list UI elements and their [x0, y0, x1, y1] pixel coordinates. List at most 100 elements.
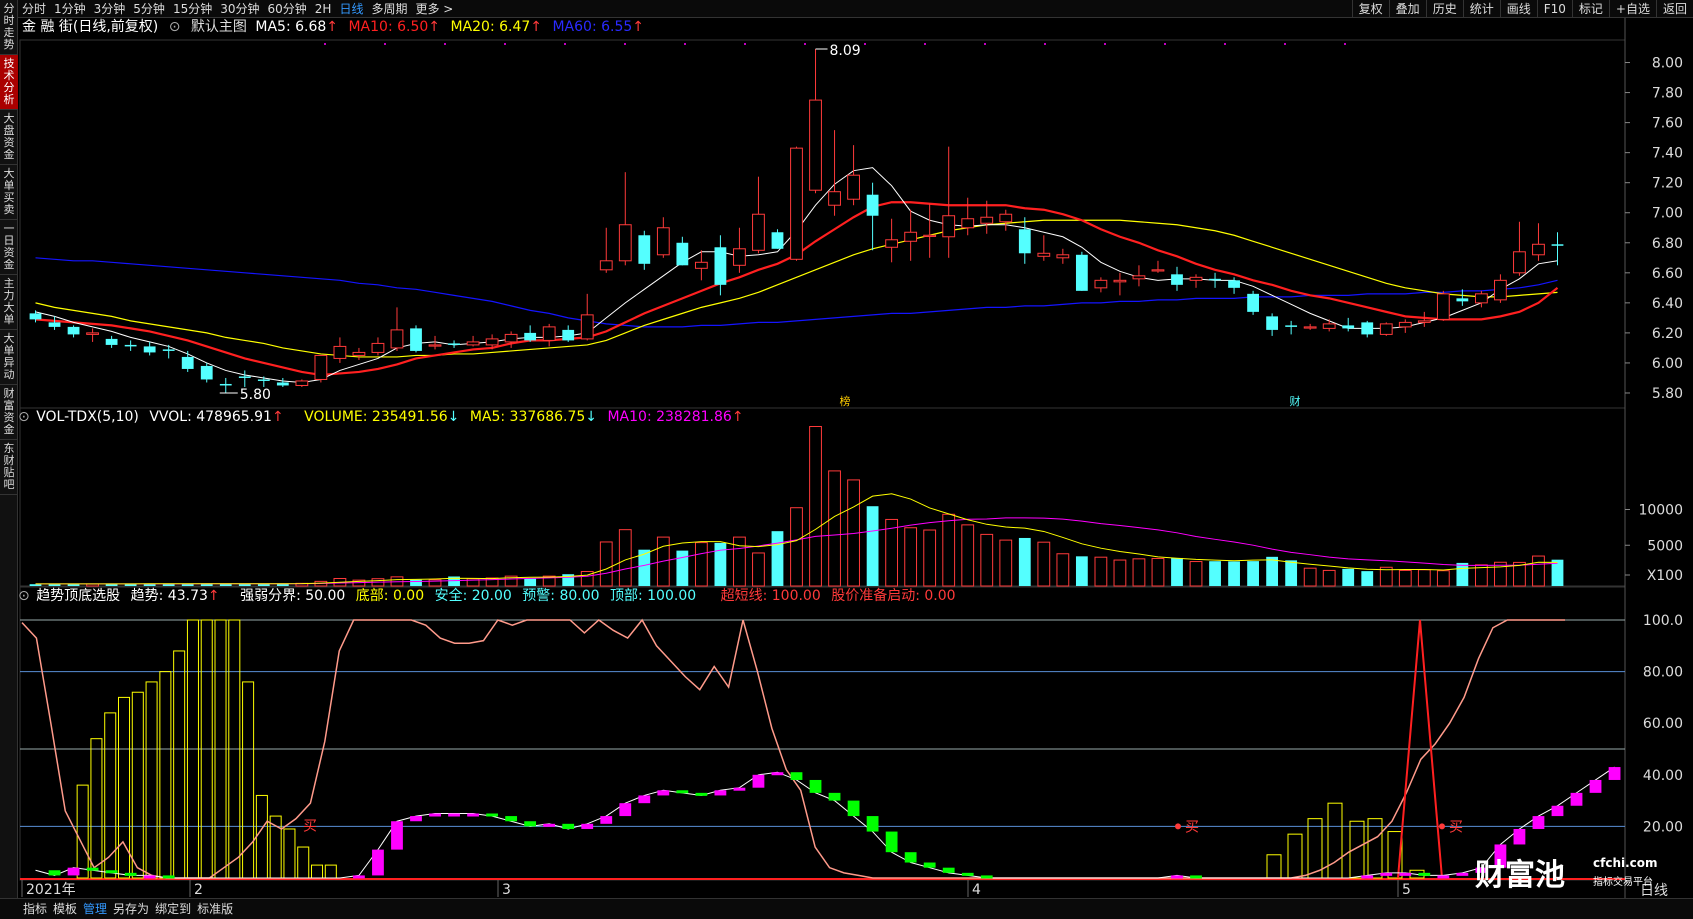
top-marker-dot: [444, 43, 446, 45]
vol-axis-label: X100: [1647, 568, 1683, 584]
top-marker-dot: [744, 43, 746, 45]
ind-yellow-bar: [173, 650, 186, 879]
ind-box-up: [467, 813, 479, 817]
ind-box-up: [1513, 828, 1526, 845]
ind-safe: 安全: 20.00: [434, 588, 512, 604]
candle-body-down: [771, 232, 784, 249]
candle-body-up: [904, 231, 918, 242]
bottom-tab[interactable]: 模板: [50, 899, 80, 919]
candle-body-up: [1056, 254, 1070, 259]
candle-body-up: [333, 345, 347, 359]
ma5-arrow: ↑: [326, 19, 339, 35]
volume-bar-down: [1266, 556, 1279, 586]
vol-ma5-arrow: ↓: [585, 409, 598, 425]
price-axis-label: 7.60: [1652, 116, 1683, 132]
vol-indicator-name[interactable]: VOL-TDX(5,10): [36, 409, 139, 425]
ind-settings-icon[interactable]: ⊙: [18, 588, 30, 604]
vvol-arrow: ↑: [271, 409, 284, 425]
candle-body-up: [923, 234, 937, 237]
ind-box-down: [562, 823, 575, 829]
stock-chart[interactable]: 8.00 7.80 7.60 7.40 7.20 7.00 6.80 6.60 6.40 6.20…: [0, 0, 1693, 919]
volume-legend: ⊙ VOL-TDX(5,10) VVOL: 478965.91↑ VOLUME:…: [18, 408, 750, 426]
candle-body-down: [143, 346, 156, 353]
ind-trend: 趋势: 43.73: [130, 588, 208, 604]
candle-body-up: [1189, 276, 1203, 281]
volume-arrow: ↓: [447, 409, 460, 425]
ind-box-up: [143, 875, 156, 879]
ma10-value: MA10: 6.50: [348, 19, 429, 35]
candle-body-up: [295, 380, 309, 386]
candle-body-up: [466, 341, 480, 346]
volume-bar-up: [1532, 555, 1545, 587]
candle-body-up: [428, 344, 442, 347]
top-marker-dot: [1284, 43, 1286, 45]
candle-body-up: [752, 213, 765, 251]
price-low-label: 5.80: [240, 387, 271, 403]
ind-name[interactable]: 趋势顶底选股: [36, 588, 120, 604]
volume-bar-up: [1113, 559, 1127, 587]
date-label: 2: [194, 882, 203, 898]
candle-body-up: [542, 326, 556, 341]
candle-body-down: [105, 338, 118, 345]
candle-body-down: [29, 313, 42, 320]
ind-strength: 强弱分界: 50.00: [240, 588, 346, 604]
ind-box-up: [619, 803, 632, 817]
candle-body-down: [48, 322, 61, 327]
volume-bar-up: [1436, 570, 1450, 587]
ind-yellow-bar: [297, 846, 310, 879]
ma10-arrow: ↑: [428, 19, 441, 35]
vol-ma10-arrow: ↑: [731, 409, 744, 425]
volume-bar-down: [1228, 561, 1240, 586]
candle-body-up: [1379, 323, 1393, 335]
ind-box-down: [942, 867, 955, 873]
stock-title[interactable]: 金 融 街(日线,前复权): [22, 19, 158, 35]
ind-axis-label: 100.0: [1643, 613, 1683, 629]
ind-box-down: [904, 852, 917, 863]
bottom-tab[interactable]: 管理: [80, 899, 110, 919]
volume-bar-down: [1247, 561, 1259, 586]
bottom-tab[interactable]: 另存为: [110, 899, 152, 919]
candle-body-up: [828, 191, 841, 206]
candle-body-up: [1513, 251, 1526, 274]
bottom-tab[interactable]: 标准版: [194, 899, 236, 919]
candle-body-up: [1494, 279, 1507, 301]
top-marker-dot: [1344, 43, 1346, 45]
ind-box-down: [847, 800, 860, 817]
candle-body-down: [524, 332, 537, 341]
candle-body-up: [86, 332, 99, 335]
template-icon[interactable]: ⊙: [169, 19, 181, 35]
bottom-tab[interactable]: 指标: [20, 899, 50, 919]
ma20-arrow: ↑: [530, 19, 543, 35]
volume-bar-down: [1171, 557, 1183, 586]
volume-bar-up: [1494, 561, 1507, 587]
candle-body-down: [181, 356, 194, 369]
ind-box-down: [676, 790, 689, 794]
candle-body-down: [1361, 322, 1374, 335]
volume-bar-up: [618, 529, 632, 587]
date-label: 5: [1402, 882, 1411, 898]
ind-axis-label: 60.00: [1643, 716, 1683, 732]
ind-box-up: [1437, 875, 1450, 879]
ind-box-down: [124, 872, 137, 876]
bottom-tab[interactable]: 绑定到: [152, 899, 194, 919]
price-axis-label: 5.80: [1652, 386, 1683, 402]
candle-body-up: [1303, 326, 1317, 329]
template-label[interactable]: 默认主图: [191, 19, 247, 35]
vol-settings-icon[interactable]: ⊙: [18, 409, 30, 425]
candle-body-down: [1018, 229, 1031, 254]
vol-axis-label: 10000: [1638, 503, 1683, 519]
candle-body-down: [1342, 325, 1355, 329]
top-marker-dot: [504, 43, 506, 45]
volume-bar-up: [1037, 541, 1051, 587]
candle-body-down: [410, 328, 422, 351]
ind-box-down: [866, 816, 879, 832]
ind-trend-arrow: ↑: [207, 588, 220, 604]
ind-box-up: [353, 875, 365, 879]
top-marker-dot: [984, 43, 986, 45]
candle-body-up: [1094, 279, 1108, 289]
volume-bar-down: [771, 531, 784, 586]
volume-bar-up: [752, 552, 765, 587]
candle-body-up: [390, 329, 404, 349]
ind-box-up: [1570, 792, 1583, 806]
price-axis-label: 6.60: [1652, 266, 1683, 282]
